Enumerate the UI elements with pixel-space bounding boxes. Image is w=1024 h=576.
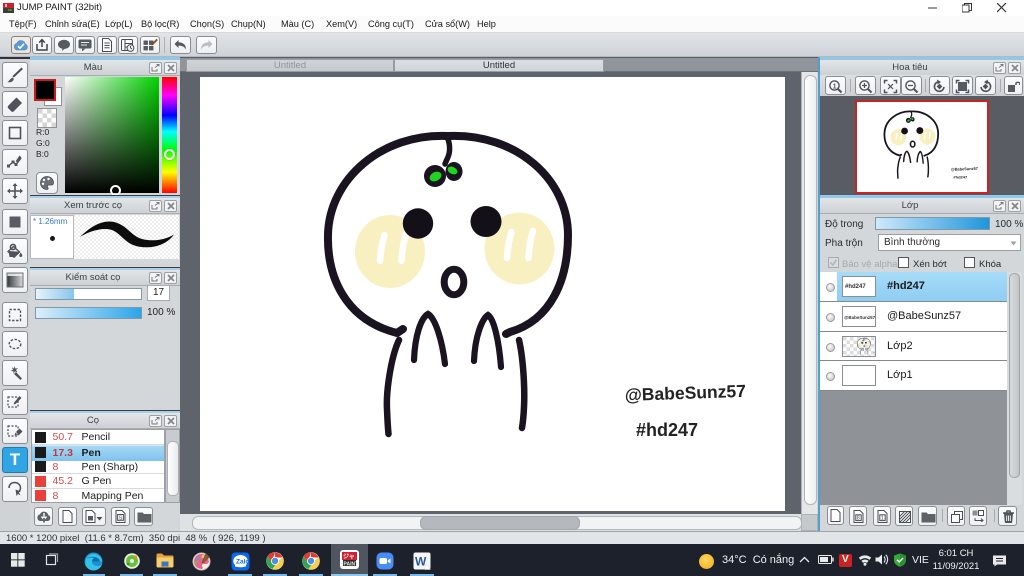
svg-text:Zalo: Zalo: [236, 558, 249, 565]
svg-text:@BabeSunz57: @BabeSunz57: [624, 381, 746, 405]
svg-text:#hd247: #hd247: [636, 420, 698, 440]
svg-text:ジャ: ジャ: [343, 554, 355, 561]
svg-text:PAINT: PAINT: [344, 562, 358, 568]
svg-text:8: 8: [857, 516, 860, 522]
svg-text:S: S: [119, 515, 123, 521]
svg-text:W: W: [415, 555, 427, 569]
svg-text:1: 1: [881, 516, 884, 522]
svg-text:1: 1: [833, 83, 837, 90]
